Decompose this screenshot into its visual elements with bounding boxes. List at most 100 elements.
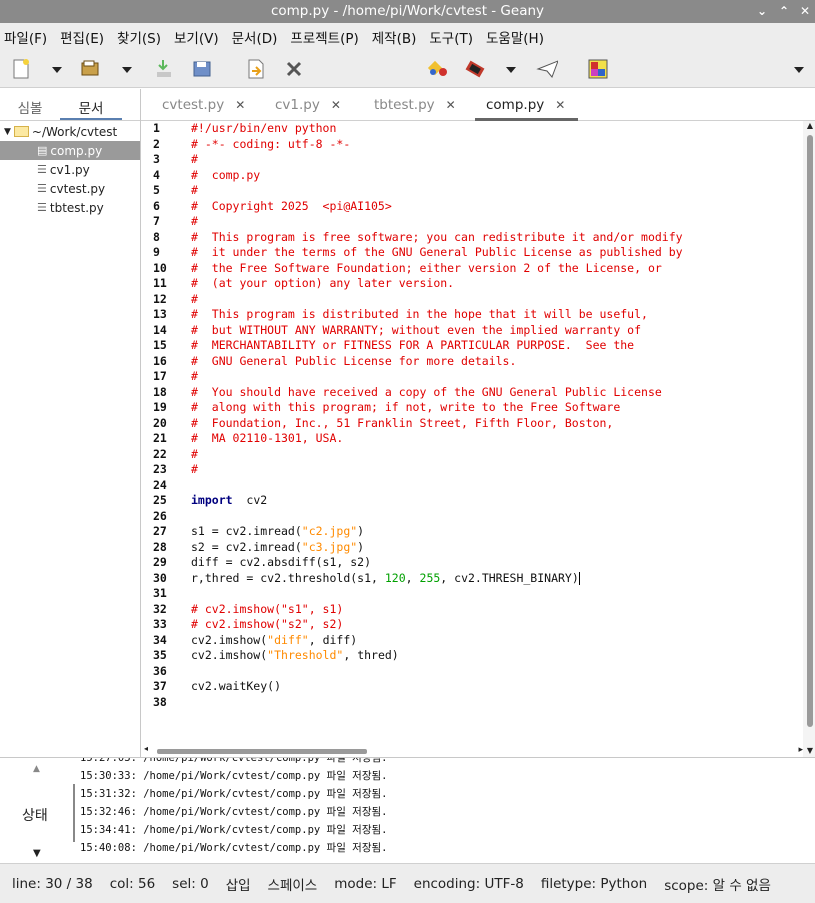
code-line[interactable]: # — [191, 183, 801, 199]
code-line[interactable]: # This program is free software; you can… — [191, 230, 801, 246]
minimize-icon[interactable]: ⌄ — [757, 0, 767, 23]
execute-icon[interactable] — [536, 58, 558, 80]
build-icon[interactable] — [464, 58, 486, 80]
scrollbar-thumb[interactable] — [807, 135, 813, 727]
scroll-right-icon[interactable]: ▸ — [798, 745, 803, 755]
code-line[interactable]: # cv2.imshow("s2", s2) — [191, 617, 801, 633]
pane-down-icon[interactable]: ▼ — [33, 848, 41, 859]
scroll-down-icon[interactable]: ▼ — [807, 746, 813, 755]
horizontal-scrollbar[interactable]: ◂ — [141, 743, 801, 757]
tab-cv1[interactable]: cv1.py ✕ — [275, 97, 341, 113]
code-line[interactable]: # comp.py — [191, 168, 801, 184]
code-line[interactable]: # GNU General Public License for more de… — [191, 354, 801, 370]
list-item[interactable]: ☰ tbtest.py — [0, 198, 140, 217]
code-line[interactable] — [191, 695, 801, 711]
close-icon[interactable]: ✕ — [331, 98, 341, 112]
code-line[interactable]: s2 = cv2.imread("c3.jpg") — [191, 540, 801, 556]
code-line[interactable] — [191, 586, 801, 602]
code-line[interactable]: # — [191, 447, 801, 463]
code-line[interactable]: r,thred = cv2.threshold(s1, 120, 255, cv… — [191, 571, 801, 587]
expander-icon[interactable]: ▼ — [4, 127, 11, 137]
tab-comp[interactable]: comp.py ✕ — [486, 97, 565, 113]
chevron-down-icon[interactable] — [794, 67, 804, 73]
scroll-up-icon[interactable]: ▲ — [807, 121, 813, 130]
new-file-icon[interactable] — [10, 58, 32, 80]
menu-project[interactable]: 프로젝트(P) — [290, 27, 358, 47]
list-item[interactable]: ☰ cvtest.py — [0, 179, 140, 198]
scroll-left-icon[interactable]: ◂ — [144, 744, 148, 753]
tab-documents[interactable]: 문서 — [60, 89, 122, 120]
revert-icon[interactable] — [245, 58, 267, 80]
menu-search[interactable]: 찾기(S) — [117, 27, 161, 47]
menu-document[interactable]: 문서(D) — [232, 27, 278, 47]
menu-edit[interactable]: 편집(E) — [60, 27, 104, 47]
close-file-icon[interactable] — [283, 58, 305, 80]
open-file-icon[interactable] — [80, 58, 102, 80]
color-chooser-icon[interactable] — [587, 58, 609, 80]
list-item[interactable]: ▤ comp.py — [0, 141, 140, 160]
folder-row[interactable]: ▼ ~/Work/cvtest — [0, 122, 140, 141]
code-line[interactable]: cv2.imshow("diff", diff) — [191, 633, 801, 649]
pane-up-icon[interactable]: ▲ — [33, 764, 40, 774]
code-line[interactable]: cv2.waitKey() — [191, 679, 801, 695]
code-line[interactable]: # This program is distributed in the hop… — [191, 307, 801, 323]
menu-tools[interactable]: 도구(T) — [429, 27, 473, 47]
title-bar: comp.py - /home/pi/Work/cvtest - Geany ⌄… — [0, 0, 815, 23]
save-all-icon[interactable] — [191, 58, 213, 80]
tab-tbtest[interactable]: tbtest.py ✕ — [374, 97, 456, 113]
close-icon[interactable]: ✕ — [446, 98, 456, 112]
code-line[interactable]: # (at your option) any later version. — [191, 276, 801, 292]
code-line[interactable] — [191, 478, 801, 494]
chevron-down-icon[interactable] — [506, 67, 516, 73]
code-line[interactable]: diff = cv2.absdiff(s1, s2) — [191, 555, 801, 571]
code-line[interactable]: # cv2.imshow("s1", s1) — [191, 602, 801, 618]
chevron-down-icon[interactable] — [52, 67, 62, 73]
line-number: 29 — [153, 555, 167, 569]
code-line[interactable]: # but WITHOUT ANY WARRANTY; without even… — [191, 323, 801, 339]
code-line[interactable]: # You should have received a copy of the… — [191, 385, 801, 401]
code-line[interactable]: # — [191, 462, 801, 478]
code-line[interactable]: #!/usr/bin/env python — [191, 121, 801, 137]
code-line[interactable] — [191, 509, 801, 525]
vertical-scrollbar[interactable]: ▲ ▼ — [803, 121, 815, 757]
chevron-down-icon[interactable] — [122, 67, 132, 73]
close-icon[interactable]: ✕ — [235, 98, 245, 112]
save-icon[interactable] — [153, 58, 175, 80]
code-area[interactable]: #!/usr/bin/env python # -*- coding: utf-8… — [191, 121, 801, 743]
compile-icon[interactable] — [426, 58, 448, 80]
code-token: "c3.jpg" — [301, 539, 358, 554]
code-line[interactable]: # — [191, 152, 801, 168]
code-line[interactable]: # it under the terms of the GNU General … — [191, 245, 801, 261]
code-editor[interactable]: 1 2 3 4 5 6 7 8 9 10 11 12 13 14 15 16 17 18 19 20 21 22 23 24 2… — [141, 121, 815, 757]
line-number: 12 — [153, 291, 167, 306]
code-line[interactable]: # Copyright 2025 <pi@AI105> — [191, 199, 801, 215]
menu-file[interactable]: 파일(F) — [4, 27, 47, 47]
code-line[interactable]: # — [191, 214, 801, 230]
tab-status[interactable]: 상태 — [22, 805, 48, 825]
menu-help[interactable]: 도움말(H) — [486, 27, 544, 47]
code-line[interactable]: # -*- coding: utf-8 -*- — [191, 137, 801, 153]
close-icon[interactable]: ✕ — [555, 98, 565, 112]
code-line[interactable]: # along with this program; if not, write… — [191, 400, 801, 416]
line-number: 30 — [153, 570, 167, 585]
tab-cvtest[interactable]: cvtest.py ✕ — [162, 97, 245, 113]
code-token: # Foundation, Inc., 51 Franklin Street, … — [191, 415, 614, 430]
code-line[interactable]: # the Free Software Foundation; either v… — [191, 261, 801, 277]
list-item[interactable]: ☰ cv1.py — [0, 160, 140, 179]
code-line[interactable]: # MA 02110-1301, USA. — [191, 431, 801, 447]
code-line[interactable]: cv2.imshow("Threshold", thred) — [191, 648, 801, 664]
code-line[interactable]: s1 = cv2.imread("c2.jpg") — [191, 524, 801, 540]
menu-build[interactable]: 제작(B) — [372, 27, 417, 47]
code-line[interactable]: # — [191, 292, 801, 308]
maximize-icon[interactable]: ⌃ — [779, 0, 789, 23]
menu-view[interactable]: 보기(V) — [174, 27, 219, 47]
code-token: import — [191, 493, 233, 507]
close-icon[interactable]: ✕ — [800, 0, 810, 23]
code-line[interactable]: # — [191, 369, 801, 385]
scrollbar-thumb[interactable] — [157, 749, 367, 754]
code-line[interactable] — [191, 664, 801, 680]
code-line[interactable]: import cv2 — [191, 493, 801, 509]
code-line[interactable]: # Foundation, Inc., 51 Franklin Street, … — [191, 416, 801, 432]
tab-symbols[interactable]: 심볼 — [0, 89, 60, 120]
code-line[interactable]: # MERCHANTABILITY or FITNESS FOR A PARTI… — [191, 338, 801, 354]
